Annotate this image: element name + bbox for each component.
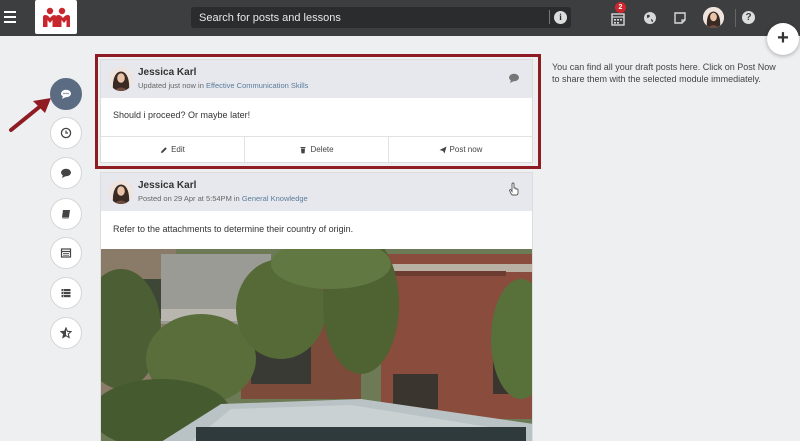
author-name[interactable]: Jessica Karl xyxy=(138,180,196,191)
hand-cursor-icon xyxy=(508,182,520,198)
list-icon xyxy=(61,289,71,298)
top-bar: Search for posts and lessons i 2 ? xyxy=(0,0,800,36)
rail-list-button[interactable] xyxy=(50,277,82,309)
comment-icon xyxy=(61,168,71,178)
note-icon[interactable] xyxy=(672,10,688,26)
pointer-arrow xyxy=(7,95,55,137)
rail-starred-button[interactable] xyxy=(50,317,82,349)
star-icon xyxy=(60,327,72,339)
post-attachment-image[interactable] xyxy=(101,249,532,441)
hamburger-menu-icon[interactable] xyxy=(4,11,16,23)
app-logo[interactable] xyxy=(35,0,77,34)
window-icon xyxy=(60,248,72,258)
user-avatar[interactable] xyxy=(703,7,724,28)
rail-lessons-button[interactable] xyxy=(50,198,82,230)
post-meta: Posted on 29 Apr at 5:54PM in General Kn… xyxy=(138,194,308,203)
highlight-frame xyxy=(95,54,541,169)
globe-icon[interactable] xyxy=(642,10,658,26)
info-icon[interactable]: i xyxy=(554,11,567,24)
help-icon[interactable]: ? xyxy=(742,11,755,24)
drafts-help-text: You can find all your draft posts here. … xyxy=(552,62,776,84)
post-meta-prefix: Posted on 29 Apr at 5:54PM in xyxy=(138,194,242,203)
rail-posts-button[interactable] xyxy=(50,157,82,189)
module-link[interactable]: General Knowledge xyxy=(242,194,308,203)
search-bar[interactable]: Search for posts and lessons i xyxy=(191,7,571,28)
rail-calendar-button[interactable] xyxy=(50,237,82,269)
search-input[interactable]: Search for posts and lessons xyxy=(199,12,341,24)
book-icon xyxy=(62,210,70,219)
author-avatar[interactable] xyxy=(109,180,133,204)
add-post-button[interactable]: + xyxy=(767,23,799,55)
feed-post-card: Jessica Karl Posted on 29 Apr at 5:54PM … xyxy=(100,172,533,441)
post-body: Refer to the attachments to determine th… xyxy=(113,224,354,234)
notification-badge: 2 xyxy=(615,2,626,13)
rail-drafts-button[interactable] xyxy=(50,78,82,110)
topbar-divider xyxy=(735,9,736,27)
post-header: Jessica Karl Posted on 29 Apr at 5:54PM … xyxy=(101,173,532,211)
rail-scheduled-button[interactable] xyxy=(50,117,82,149)
search-divider xyxy=(549,10,550,24)
clock-icon xyxy=(60,127,72,139)
chat-bubble-icon xyxy=(61,89,71,99)
